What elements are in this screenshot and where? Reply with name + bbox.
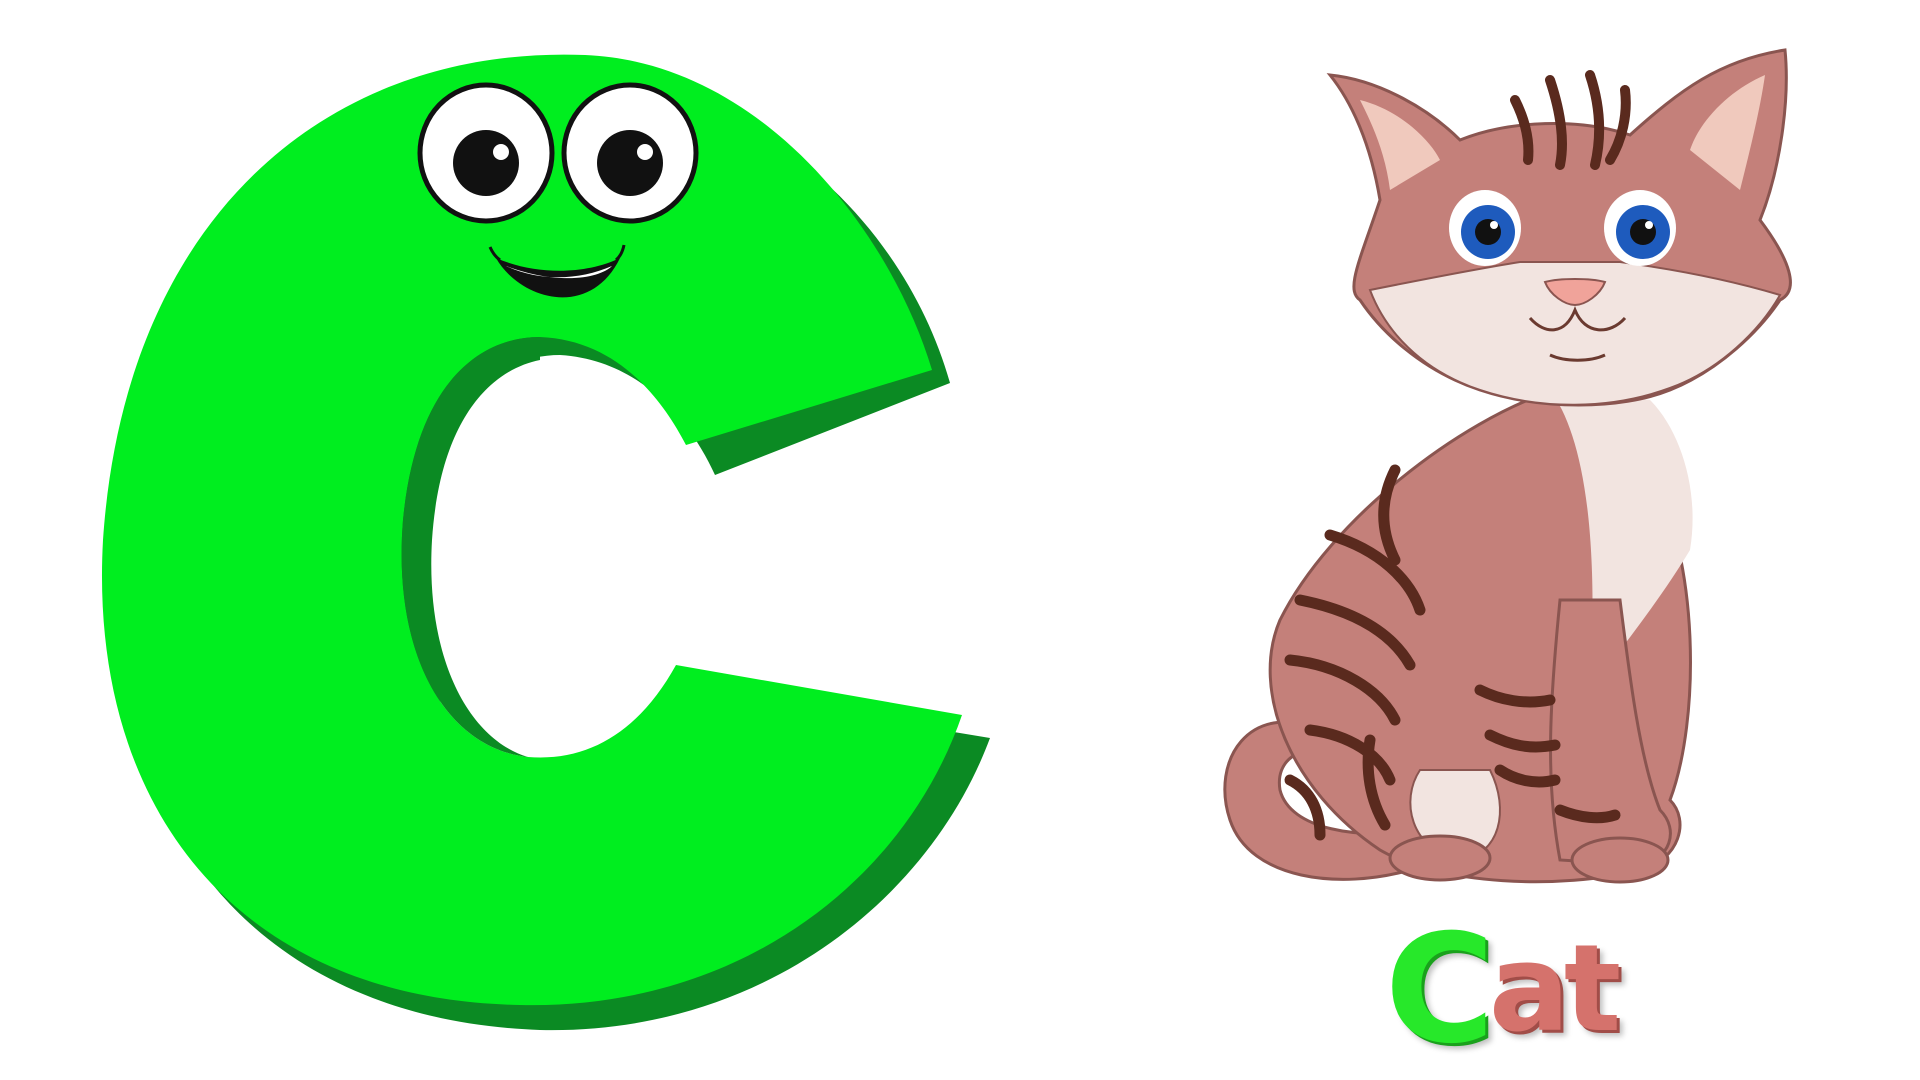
cat-left-foot xyxy=(1388,834,1492,882)
alphabet-card: C at xyxy=(0,0,1920,1080)
smiling-letter-c-icon xyxy=(101,54,990,1031)
letter-c-left-eye xyxy=(417,82,555,224)
cat-left-eye xyxy=(1449,190,1521,266)
cat-right-eye xyxy=(1604,190,1676,266)
letter-c-right-eye xyxy=(561,82,699,224)
word-rest: at xyxy=(1487,920,1622,1059)
cat-right-foot xyxy=(1570,836,1670,884)
cat-icon xyxy=(1223,48,1792,884)
word-first-letter: C xyxy=(1383,903,1496,1077)
word-label: C at xyxy=(1320,910,1680,1070)
